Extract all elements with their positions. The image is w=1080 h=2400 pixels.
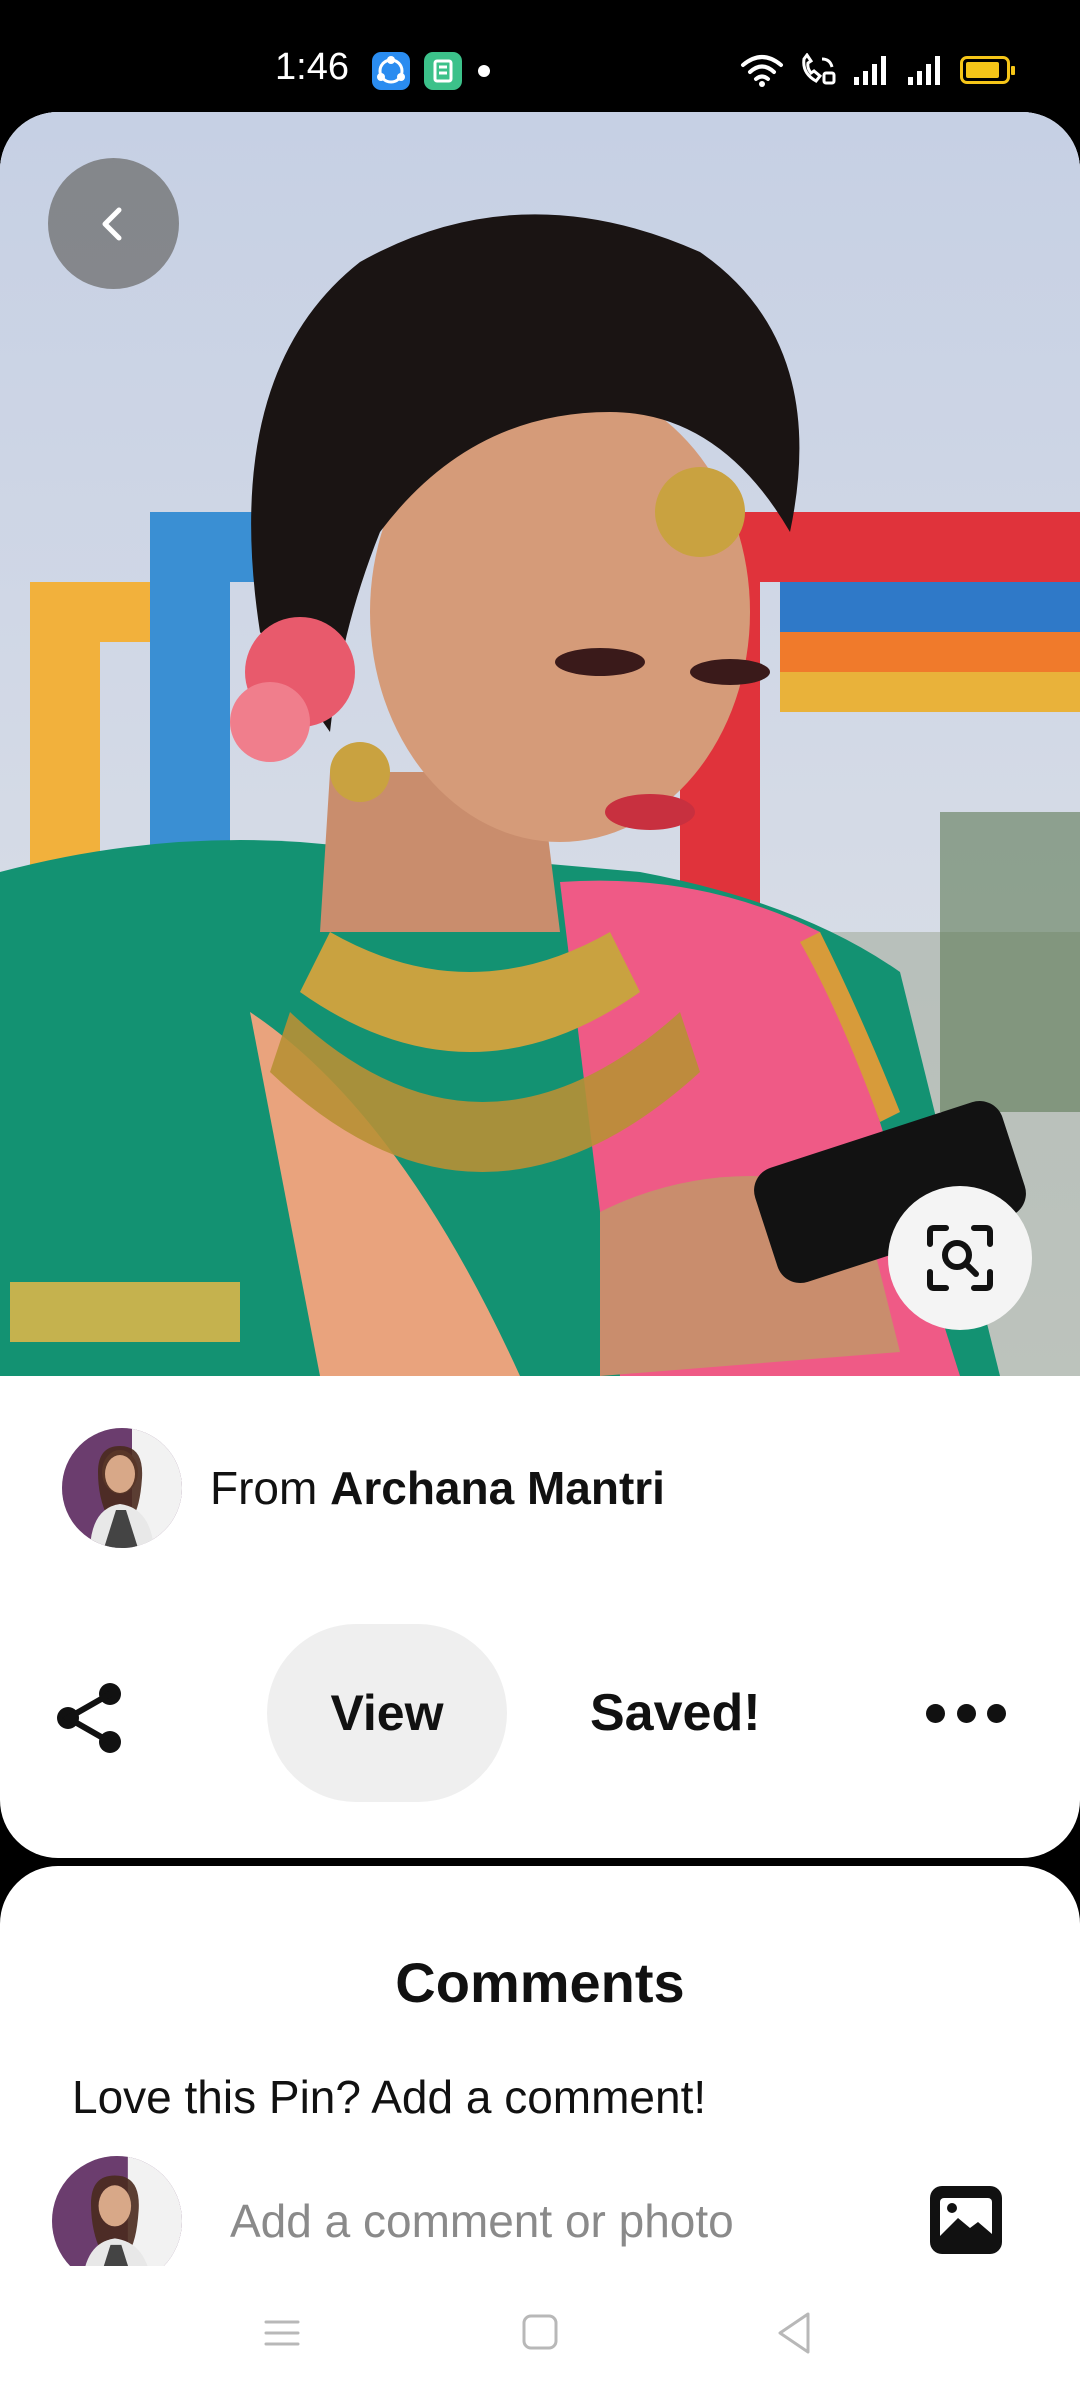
comments-prompt: Love this Pin? Add a comment! [72,2071,707,2123]
menu-icon[interactable] [262,2308,302,2358]
status-time: 1:46 [275,46,349,88]
back-triangle-icon[interactable] [774,2308,814,2358]
creator-prefix: From [210,1462,318,1514]
chat-app-icon [372,52,410,90]
creator-avatar[interactable] [62,1428,182,1548]
add-photo-icon[interactable] [930,2186,1002,2254]
signal-icon [854,56,886,85]
portrait-photo [0,112,1080,1376]
pin-image[interactable] [0,112,1080,1376]
comments-section: Comments Love this Pin? Add a comment! [0,1866,1080,2286]
share-icon [57,1683,121,1753]
creator-row[interactable]: From Archana Mantri [62,1428,665,1548]
back-button[interactable] [48,158,179,289]
view-button[interactable]: View [267,1624,507,1802]
visual-search-button[interactable] [888,1186,1032,1330]
notification-dot [478,65,490,77]
visual-search-icon [927,1225,993,1291]
pin-card: From Archana Mantri View Saved! [0,112,1080,1858]
saved-button[interactable]: Saved! [590,1624,761,1802]
home-square-icon[interactable] [520,2308,560,2358]
share-button[interactable] [52,1680,128,1756]
creator-name[interactable]: Archana Mantri [330,1462,665,1514]
creator-attribution: From Archana Mantri [210,1461,665,1515]
store-app-icon [424,52,462,90]
status-bar: 1:46 [0,0,1080,112]
pin-actions: View Saved! [0,1624,1080,1802]
battery-icon [960,56,1015,84]
wifi-calling-icon [802,53,836,85]
wifi-icon [741,55,783,87]
chevron-left-icon [102,207,121,240]
more-dots-icon[interactable] [926,1688,1006,1738]
comment-input[interactable] [230,2166,870,2276]
signal-icon [908,56,940,85]
status-indicators [740,50,1015,90]
comments-title: Comments [395,1951,685,2014]
system-nav-bar [0,2266,1080,2400]
